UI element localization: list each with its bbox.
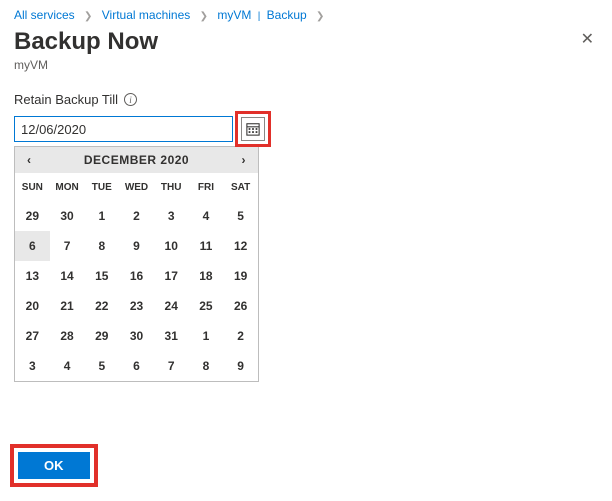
calendar-day[interactable]: 30 (119, 321, 154, 351)
breadcrumb-virtual-machines[interactable]: Virtual machines (102, 8, 191, 22)
info-icon[interactable]: i (124, 93, 137, 106)
calendar-day[interactable]: 7 (154, 351, 189, 381)
ok-button[interactable]: OK (18, 452, 90, 479)
calendar-day[interactable]: 6 (15, 231, 50, 261)
calendar-day[interactable]: 30 (50, 201, 85, 231)
chevron-left-icon: ‹ (27, 153, 32, 167)
retain-backup-till-input[interactable] (14, 116, 233, 142)
calendar-day[interactable]: 18 (189, 261, 224, 291)
highlight-box-ok: OK (10, 444, 98, 487)
calendar-day[interactable]: 27 (15, 321, 50, 351)
chevron-right-icon: ❯ (84, 11, 92, 22)
retain-backup-till-label: Retain Backup Till i (14, 92, 598, 107)
calendar-day[interactable]: 9 (119, 231, 154, 261)
page-title: Backup Now (14, 28, 158, 56)
calendar-dow: MON (50, 173, 85, 201)
chevron-right-icon: › (241, 153, 246, 167)
calendar-dow: WED (119, 173, 154, 201)
calendar-day[interactable]: 8 (84, 231, 119, 261)
pipe-separator: | (258, 11, 261, 22)
calendar-day[interactable]: 1 (84, 201, 119, 231)
field-label-text: Retain Backup Till (14, 92, 118, 107)
calendar-day[interactable]: 29 (15, 201, 50, 231)
calendar-day[interactable]: 11 (189, 231, 224, 261)
calendar-day[interactable]: 12 (223, 231, 258, 261)
calendar-day[interactable]: 15 (84, 261, 119, 291)
calendar-day[interactable]: 4 (189, 201, 224, 231)
calendar-next-button[interactable]: › (237, 151, 250, 169)
calendar-day[interactable]: 10 (154, 231, 189, 261)
calendar-dow: TUE (84, 173, 119, 201)
breadcrumb: All services ❯ Virtual machines ❯ myVM |… (14, 8, 598, 22)
calendar-popup: ‹ DECEMBER 2020 › SUNMONTUEWEDTHUFRISAT 2… (14, 146, 259, 382)
calendar-icon (246, 122, 260, 136)
breadcrumb-myvm[interactable]: myVM (217, 8, 251, 22)
calendar-day[interactable]: 3 (154, 201, 189, 231)
calendar-trigger-button[interactable] (241, 117, 265, 141)
calendar-day[interactable]: 14 (50, 261, 85, 291)
calendar-day[interactable]: 31 (154, 321, 189, 351)
calendar-day[interactable]: 16 (119, 261, 154, 291)
calendar-day[interactable]: 6 (119, 351, 154, 381)
calendar-day[interactable]: 29 (84, 321, 119, 351)
breadcrumb-all-services[interactable]: All services (14, 8, 75, 22)
calendar-day[interactable]: 21 (50, 291, 85, 321)
calendar-day[interactable]: 28 (50, 321, 85, 351)
calendar-day[interactable]: 24 (154, 291, 189, 321)
calendar-day[interactable]: 22 (84, 291, 119, 321)
calendar-day[interactable]: 23 (119, 291, 154, 321)
calendar-day[interactable]: 9 (223, 351, 258, 381)
calendar-day[interactable]: 5 (84, 351, 119, 381)
calendar-day[interactable]: 26 (223, 291, 258, 321)
calendar-prev-button[interactable]: ‹ (23, 151, 36, 169)
calendar-dow: THU (154, 173, 189, 201)
calendar-day[interactable]: 7 (50, 231, 85, 261)
breadcrumb-backup[interactable]: Backup (267, 8, 307, 22)
chevron-right-icon: ❯ (316, 11, 324, 22)
close-button[interactable]: ✕ (577, 28, 598, 52)
calendar-day[interactable]: 25 (189, 291, 224, 321)
calendar-day[interactable]: 20 (15, 291, 50, 321)
highlight-box-calendar (235, 111, 271, 147)
calendar-day[interactable]: 2 (223, 321, 258, 351)
calendar-dow: FRI (189, 173, 224, 201)
page-subtitle: myVM (14, 58, 598, 72)
calendar-day[interactable]: 3 (15, 351, 50, 381)
close-icon: ✕ (581, 31, 594, 48)
calendar-day[interactable]: 4 (50, 351, 85, 381)
calendar-day[interactable]: 17 (154, 261, 189, 291)
calendar-day[interactable]: 19 (223, 261, 258, 291)
chevron-right-icon: ❯ (200, 11, 208, 22)
calendar-dow: SAT (223, 173, 258, 201)
calendar-day[interactable]: 8 (189, 351, 224, 381)
calendar-day[interactable]: 2 (119, 201, 154, 231)
calendar-month-label: DECEMBER 2020 (84, 153, 189, 167)
calendar-dow: SUN (15, 173, 50, 201)
calendar-day[interactable]: 5 (223, 201, 258, 231)
calendar-day[interactable]: 13 (15, 261, 50, 291)
calendar-day[interactable]: 1 (189, 321, 224, 351)
